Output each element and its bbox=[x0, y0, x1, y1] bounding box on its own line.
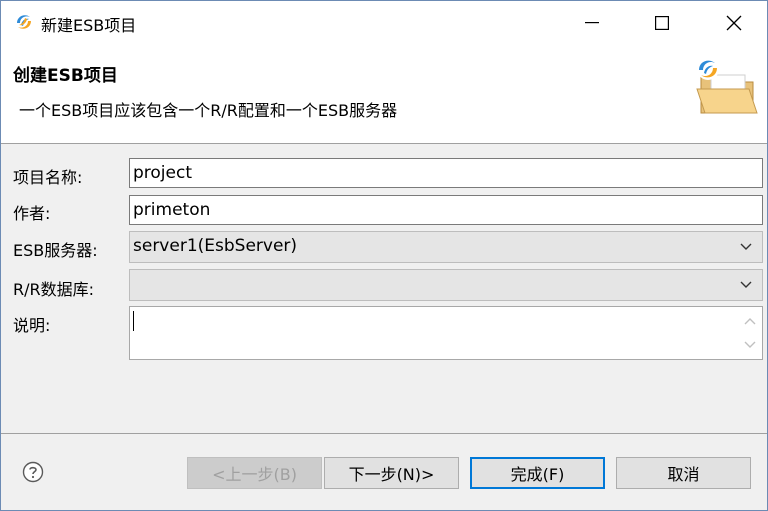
esb-server-value: server1(EsbServer) bbox=[133, 236, 298, 256]
author-label: 作者: bbox=[13, 204, 51, 223]
wizard-header: 创建ESB项目 一个ESB项目应该包含一个R/R配置和一个ESB服务器 bbox=[1, 45, 767, 144]
maximize-icon bbox=[655, 16, 669, 30]
esb-server-select[interactable]: server1(EsbServer) bbox=[129, 231, 763, 263]
project-name-label: 项目名称: bbox=[13, 168, 83, 187]
wizard-description: 一个ESB项目应该包含一个R/R配置和一个ESB服务器 bbox=[19, 101, 398, 120]
title-bar: 新建ESB项目 bbox=[1, 1, 767, 45]
scroll-up-icon[interactable] bbox=[744, 317, 756, 325]
cancel-button[interactable]: 取消 bbox=[616, 457, 751, 489]
window-title: 新建ESB项目 bbox=[41, 16, 137, 35]
esb-server-label: ESB服务器: bbox=[13, 241, 98, 260]
scroll-down-icon[interactable] bbox=[744, 341, 756, 349]
description-textarea[interactable] bbox=[129, 306, 763, 360]
folder-icon bbox=[696, 58, 758, 114]
finish-button[interactable]: 完成(F) bbox=[470, 457, 605, 489]
help-icon[interactable] bbox=[22, 461, 44, 483]
author-input[interactable] bbox=[129, 195, 763, 225]
chevron-down-icon bbox=[740, 243, 752, 250]
footer-divider bbox=[1, 433, 767, 434]
dialog-window: 新建ESB项目 创建ESB项目 一个ESB项目应该包含一个R/R配置和一个ESB… bbox=[0, 0, 768, 511]
rr-db-select[interactable] bbox=[129, 269, 763, 301]
project-name-input[interactable] bbox=[129, 158, 763, 188]
next-button[interactable]: 下一步(N)> bbox=[324, 457, 459, 489]
chevron-down-icon bbox=[740, 281, 752, 288]
close-icon bbox=[726, 15, 742, 31]
back-button[interactable]: <上一步(B) bbox=[187, 457, 322, 489]
text-caret bbox=[133, 311, 134, 331]
rr-db-label: R/R数据库: bbox=[13, 280, 95, 299]
minimize-icon bbox=[585, 22, 599, 24]
description-scrollbar[interactable] bbox=[738, 307, 762, 359]
close-button[interactable] bbox=[711, 1, 757, 45]
wizard-title: 创建ESB项目 bbox=[13, 66, 118, 86]
maximize-button[interactable] bbox=[639, 1, 685, 45]
minimize-button[interactable] bbox=[569, 1, 615, 45]
app-logo-icon bbox=[14, 12, 34, 32]
description-label: 说明: bbox=[13, 316, 51, 335]
